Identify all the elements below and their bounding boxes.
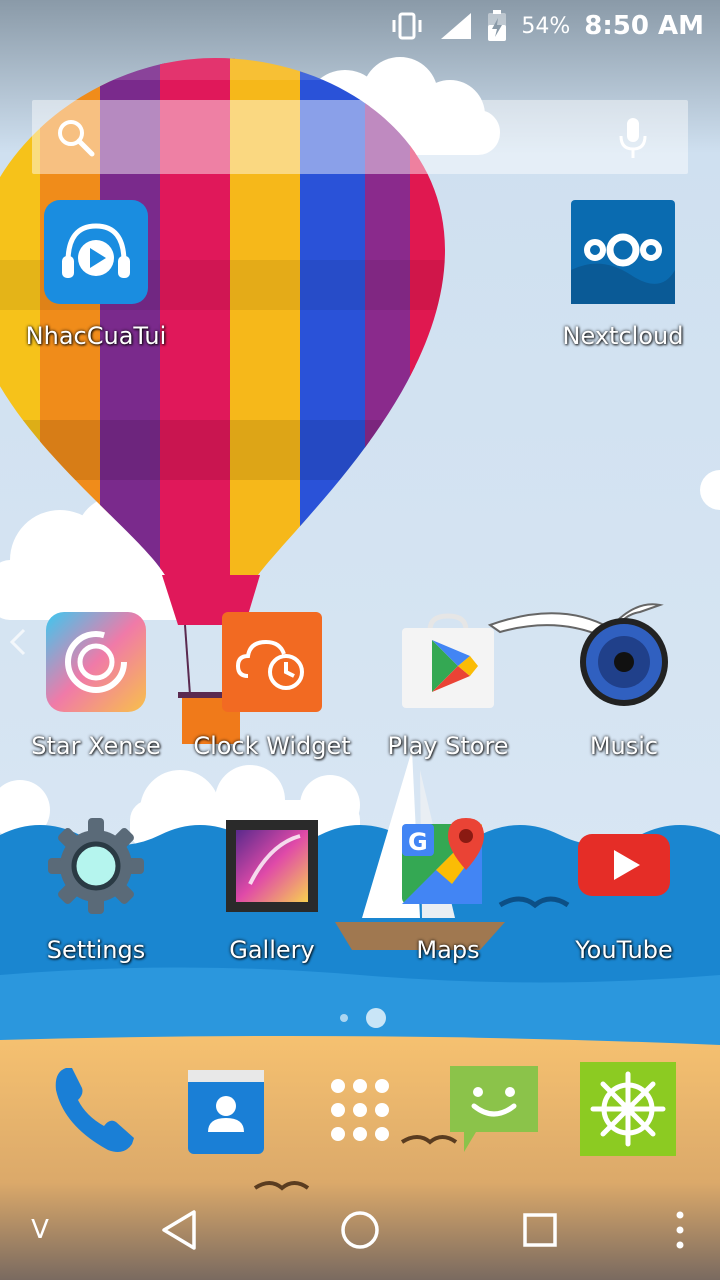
app-label: Music [589,732,659,760]
app-label: Clock Widget [193,732,351,760]
youtube-icon [572,814,676,918]
app-label: NhacCuaTui [25,322,167,350]
recents-icon [523,1213,557,1247]
page-dot-1 [340,1014,348,1022]
clock-widget-icon [220,610,324,714]
app-nhaccuatui[interactable]: NhacCuaTui [8,200,184,350]
messaging-icon[interactable] [446,1060,546,1160]
settings-icon [44,814,148,918]
app-music[interactable]: Music [536,610,712,760]
nextcloud-icon [571,200,675,304]
app-maps[interactable]: G Maps [360,814,536,964]
phone-icon[interactable] [44,1060,144,1160]
gallery-icon [220,814,324,918]
mic-icon[interactable] [618,116,648,160]
overflow-menu-icon [676,1211,684,1249]
app-drawer-icon[interactable] [310,1060,410,1160]
home-icon [341,1211,379,1249]
svg-text:G: G [408,828,428,856]
star-xense-icon [44,610,148,714]
back-button[interactable] [150,1200,210,1260]
app-clock-widget[interactable]: Clock Widget [184,610,360,760]
app-play-store[interactable]: Play Store [360,610,536,760]
home-button[interactable] [330,1200,390,1260]
app-label: Settings [46,936,146,964]
back-icon [162,1210,196,1250]
battery-percentage: 54% [521,13,571,39]
google-search-bar[interactable] [32,100,688,174]
play-store-icon [396,610,500,714]
menu-button[interactable] [650,1200,710,1260]
recents-button[interactable] [510,1200,570,1260]
app-youtube[interactable]: YouTube [536,814,712,964]
dharma-wheel-icon[interactable] [578,1060,678,1160]
app-label: Gallery [229,936,315,964]
signal-icon [441,13,472,39]
battery-icon [488,10,507,41]
page-dot-2 [366,1008,386,1028]
contacts-icon[interactable] [178,1060,278,1160]
collapse-nav-button[interactable]: V [10,1200,70,1260]
app-nextcloud[interactable]: Nextcloud [535,200,711,350]
navigation-bar: V [0,1188,720,1280]
app-gallery[interactable]: Gallery [184,814,360,964]
clock-time: 8:50 AM [584,11,704,41]
app-star-xense[interactable]: Star Xense [8,610,184,760]
music-icon [572,610,676,714]
app-label: Nextcloud [562,322,684,350]
app-label: Maps [416,936,480,964]
page-indicator [340,1008,386,1028]
app-label: YouTube [575,936,673,964]
chevron-left-icon [9,628,26,656]
vibrate-icon [392,12,422,40]
app-settings[interactable]: Settings [8,814,184,964]
maps-icon: G [396,814,500,918]
app-label: Star Xense [31,732,161,760]
search-icon[interactable] [54,116,98,160]
app-label: Play Store [387,732,509,760]
status-bar: 54% 8:50 AM [0,0,720,50]
collapse-label: V [31,1215,49,1245]
nhaccuatui-icon [44,200,148,304]
